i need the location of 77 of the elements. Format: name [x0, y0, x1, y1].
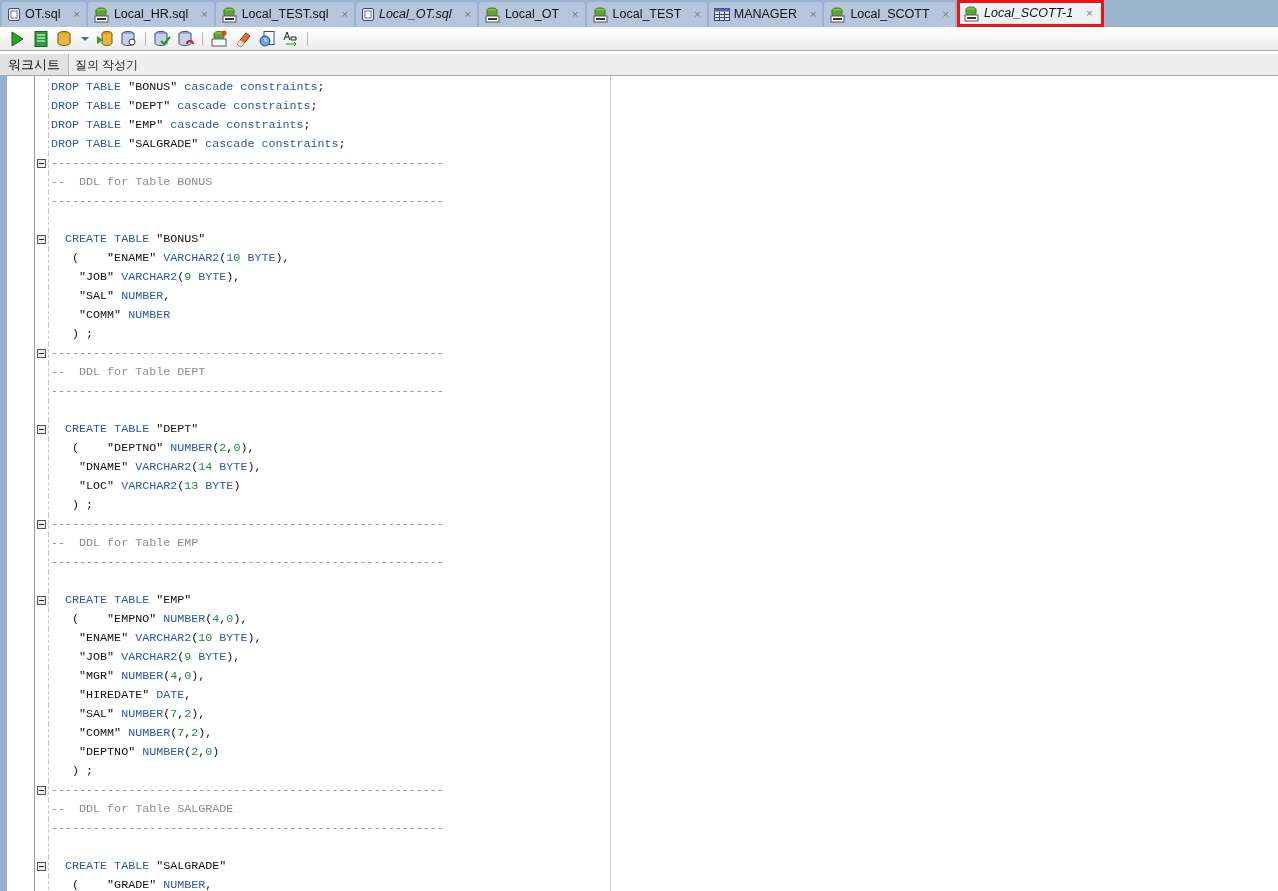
code-line: -- DDL for Table SALGRADE — [51, 801, 234, 818]
editor-tab[interactable]: Local_HR.sql × — [87, 2, 214, 27]
code-line: DROP TABLE "BONUS" cascade constraints; — [51, 79, 325, 96]
editor-tab[interactable]: Local_OT.sql × — [355, 2, 477, 27]
editor-tab[interactable]: Local_SCOTT × — [824, 2, 956, 27]
database-sql-icon — [829, 6, 847, 23]
collapse-icon[interactable] — [37, 349, 46, 358]
code-line: "SAL" NUMBER, — [78, 288, 171, 305]
code-line: -------------------------------------------------------- — [51, 782, 444, 799]
code-line: ) ; — [71, 497, 94, 514]
close-tab-icon[interactable]: × — [1086, 5, 1093, 22]
code-line: "ENAME" VARCHAR2(10 BYTE), — [78, 630, 262, 647]
code-line: "DNAME" VARCHAR2(14 BYTE), — [78, 459, 262, 476]
code-line: CREATE TABLE "EMP" — [64, 592, 192, 609]
collapse-icon[interactable] — [37, 235, 46, 244]
code-line: -- DDL for Table EMP — [51, 535, 199, 552]
tab-label: Local_SCOTT-1 — [984, 5, 1074, 23]
code-line: CREATE TABLE "SALGRADE" — [64, 858, 227, 875]
editor-tab[interactable]: MANAGER × — [708, 2, 823, 27]
code-line: CREATE TABLE "BONUS" — [64, 231, 206, 248]
code-line: -------------------------------------------------------- — [51, 516, 444, 533]
document-icon — [360, 7, 375, 22]
code-line: "DEPTNO" NUMBER(2,0) — [78, 744, 220, 761]
editor-tab[interactable]: Local_SCOTT-1 × — [957, 0, 1104, 27]
code-line: -------------------------------------------------------- — [51, 554, 444, 571]
code-line: "JOB" VARCHAR2(9 BYTE), — [78, 649, 241, 666]
collapse-icon[interactable] — [37, 425, 46, 434]
code-line: -------------------------------------------------------- — [51, 383, 444, 400]
code-line: "SAL" NUMBER(7,2), — [78, 706, 206, 723]
code-line: CREATE TABLE "DEPT" — [64, 421, 199, 438]
worksheet-tab[interactable]: 워크시트 — [0, 54, 69, 75]
database-sql-icon — [92, 6, 110, 23]
code-line: ( "DEPTNO" NUMBER(2,0), — [71, 440, 255, 457]
code-line: "JOB" VARCHAR2(9 BYTE), — [78, 269, 241, 286]
database-sql-icon — [483, 6, 501, 23]
database-sql-icon — [220, 6, 238, 23]
code-line: -- DDL for Table BONUS — [51, 174, 213, 191]
code-line: "MGR" NUMBER(4,0), — [78, 668, 206, 685]
table-icon — [713, 8, 730, 21]
code-line: "HIREDATE" DATE, — [78, 687, 192, 704]
code-line: ) ; — [71, 763, 94, 780]
collapse-icon[interactable] — [37, 786, 46, 795]
tab-label: OT.sql — [25, 6, 61, 24]
editor-tab[interactable]: Local_TEST × — [586, 2, 707, 27]
code-line: "COMM" NUMBER(7,2), — [78, 725, 213, 742]
tab-label: Local_HR.sql — [113, 6, 189, 24]
editor-tab[interactable]: Local_TEST.sql × — [215, 2, 354, 27]
code-line: -- DDL for Table DEPT — [51, 364, 206, 381]
collapse-icon[interactable] — [37, 596, 46, 605]
collapse-icon[interactable] — [37, 159, 46, 168]
code-line: "LOC" VARCHAR2(13 BYTE) — [78, 478, 241, 495]
database-sql-icon — [963, 5, 981, 22]
code-line: DROP TABLE "DEPT" cascade constraints; — [51, 98, 318, 115]
tab-label: MANAGER — [733, 6, 797, 24]
tab-label: Local_OT.sql — [378, 6, 452, 24]
tab-label: Local_SCOTT — [850, 6, 930, 24]
collapse-icon[interactable] — [37, 520, 46, 529]
document-icon — [7, 7, 21, 22]
code-line: ( "GRADE" NUMBER, — [71, 877, 213, 891]
editor-tab[interactable]: Local_OT × — [478, 2, 585, 27]
code-line: DROP TABLE "EMP" cascade constraints; — [51, 117, 311, 134]
code-line: ) ; — [71, 326, 94, 343]
code-line: "COMM" NUMBER — [78, 307, 171, 324]
code-line: -------------------------------------------------------- — [51, 345, 444, 362]
code-line: ( "EMPNO" NUMBER(4,0), — [71, 611, 248, 628]
editor-tab[interactable]: OT.sql × — [2, 2, 86, 27]
tab-label: Local_OT — [504, 6, 560, 24]
code-line: ( "ENAME" VARCHAR2(10 BYTE), — [71, 250, 290, 267]
worksheet-tab[interactable]: 질의 작성기 — [69, 54, 145, 75]
database-sql-icon — [591, 6, 609, 23]
code-line: DROP TABLE "SALGRADE" cascade constraints; — [51, 136, 346, 153]
tab-label: Local_TEST — [612, 6, 682, 24]
code-line: -------------------------------------------------------- — [51, 193, 444, 210]
code-line: -------------------------------------------------------- — [51, 155, 444, 172]
code-line: -------------------------------------------------------- — [51, 820, 444, 837]
collapse-icon[interactable] — [37, 862, 46, 871]
tab-label: Local_TEST.sql — [241, 6, 329, 24]
